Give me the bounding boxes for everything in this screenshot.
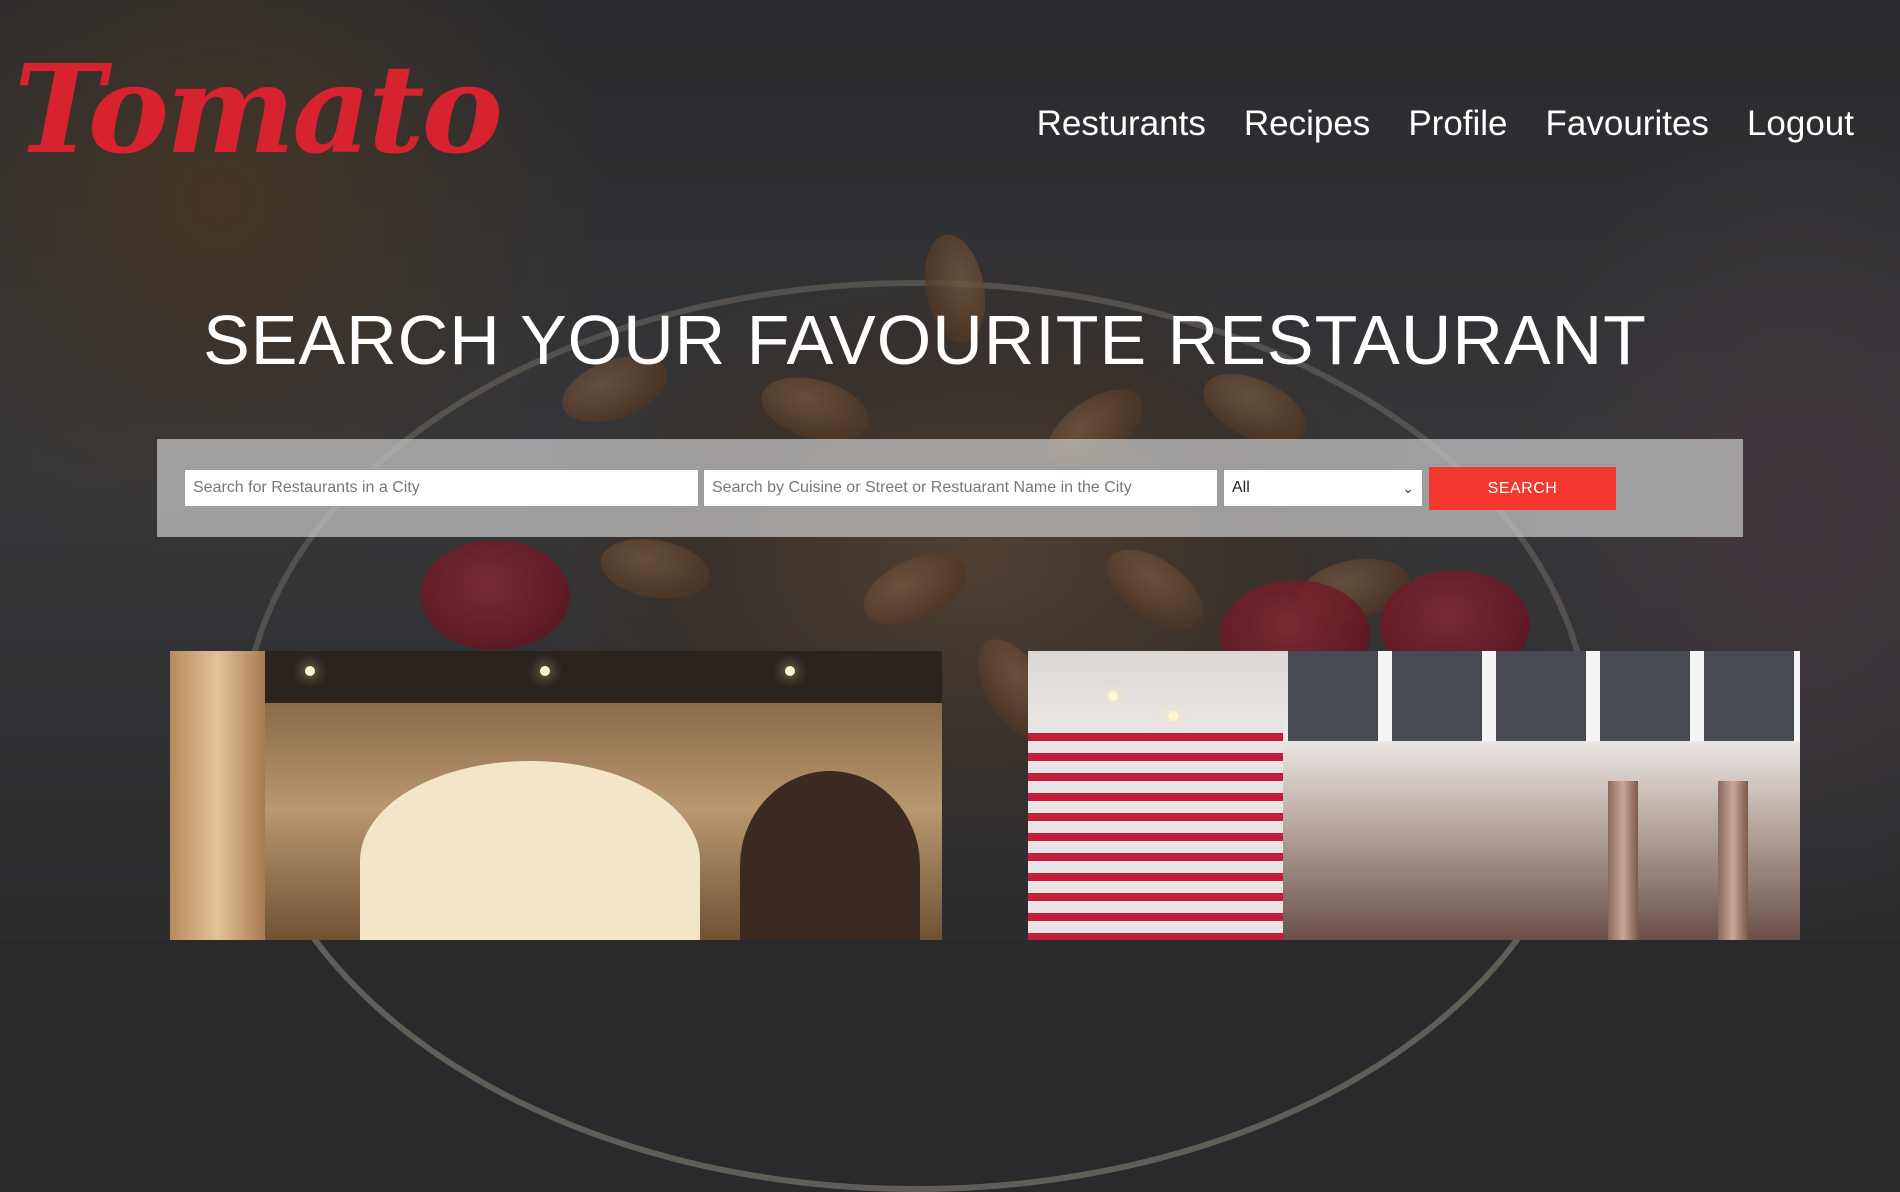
page-headline: SEARCH YOUR FAVOURITE RESTAURANT bbox=[203, 301, 1647, 379]
arch-doorway bbox=[740, 771, 920, 940]
ceiling-light bbox=[785, 666, 795, 676]
nav-favourites[interactable]: Favourites bbox=[1546, 104, 1709, 144]
ceiling-light bbox=[540, 666, 550, 676]
chandelier bbox=[1108, 691, 1118, 701]
ceiling-light bbox=[305, 666, 315, 676]
nav-restaurants[interactable]: Resturants bbox=[1037, 104, 1206, 144]
main-nav: Resturants Recipes Profile Favourites Lo… bbox=[1037, 104, 1854, 144]
ceiling bbox=[1288, 651, 1800, 741]
striped-partition bbox=[1028, 721, 1283, 940]
chevron-down-icon: ⌄ bbox=[1402, 480, 1414, 496]
arch-doorway bbox=[360, 761, 700, 940]
curtain bbox=[170, 651, 265, 940]
search-button[interactable]: SEARCH bbox=[1429, 467, 1616, 510]
chandelier bbox=[1168, 711, 1178, 721]
category-select-value: All bbox=[1232, 479, 1250, 496]
cuisine-search-input[interactable]: Search by Cuisine or Street or Restuaran… bbox=[703, 469, 1218, 507]
restaurant-photo[interactable] bbox=[1028, 651, 1800, 940]
nav-profile[interactable]: Profile bbox=[1408, 104, 1507, 144]
search-panel: Search for Restaurants in a City Search … bbox=[157, 439, 1743, 537]
city-search-input[interactable]: Search for Restaurants in a City bbox=[184, 469, 699, 507]
nav-logout[interactable]: Logout bbox=[1747, 104, 1854, 144]
brand-logo[interactable]: Tomato bbox=[14, 48, 503, 170]
category-select[interactable]: All ⌄ bbox=[1223, 469, 1423, 507]
pillar bbox=[1718, 781, 1748, 940]
pillar bbox=[1608, 781, 1638, 940]
restaurant-photo[interactable] bbox=[170, 651, 942, 940]
nav-recipes[interactable]: Recipes bbox=[1244, 104, 1370, 144]
